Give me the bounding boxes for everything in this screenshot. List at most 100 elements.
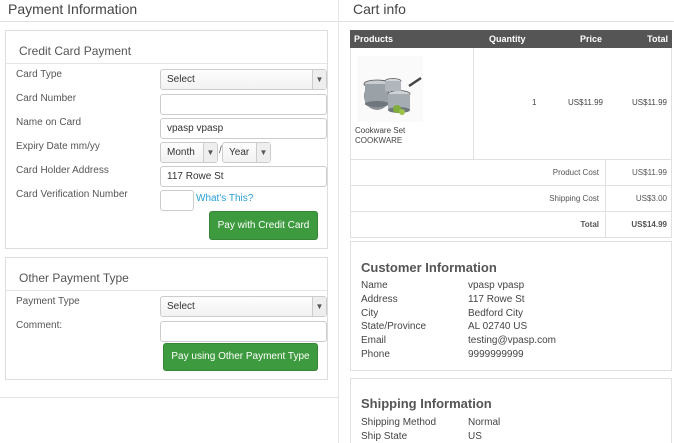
cart-table-header: Products Quantity Price Total bbox=[350, 30, 672, 48]
chevron-down-icon: ▼ bbox=[312, 70, 326, 89]
product-name-cell: Cookware Set COOKWARE bbox=[355, 126, 405, 146]
expiry-month-select[interactable]: Month ▼ bbox=[160, 142, 218, 163]
card-type-select[interactable]: Select ▼ bbox=[160, 69, 327, 90]
customer-email-row: Email testing@vpasp.com bbox=[361, 335, 661, 348]
field-label: Shipping Method bbox=[361, 417, 437, 428]
cart-column: Cart info Products Quantity Price Total bbox=[339, 0, 674, 443]
chevron-down-icon: ▼ bbox=[256, 143, 270, 162]
cell-divider bbox=[605, 212, 606, 237]
expiry-year-value: Year bbox=[229, 147, 250, 158]
shipping-method-row: Shipping Method Normal bbox=[361, 417, 661, 430]
item-total: US$11.99 bbox=[632, 98, 667, 107]
cart-table: Products Quantity Price Total Cookware S… bbox=[350, 30, 672, 238]
card-type-label: Card Type bbox=[16, 69, 62, 80]
product-code: COOKWARE bbox=[355, 136, 403, 145]
field-value: Normal bbox=[468, 417, 501, 428]
card-type-row: Card Type Select ▼ bbox=[16, 69, 327, 91]
holder-address-label: Card Holder Address bbox=[16, 165, 109, 176]
pay-other-payment-button[interactable]: Pay using Other Payment Type bbox=[163, 343, 318, 371]
field-label: Phone bbox=[361, 349, 390, 360]
field-value: AL 02740 US bbox=[468, 321, 528, 332]
customer-info-box: Customer Information Name vpasp vpasp Ad… bbox=[350, 241, 672, 371]
whats-this-link[interactable]: What's This? bbox=[196, 193, 253, 204]
other-payment-heading: Other Payment Type bbox=[6, 258, 327, 291]
card-number-input[interactable] bbox=[160, 94, 327, 115]
name-on-card-label: Name on Card bbox=[16, 117, 82, 128]
cookware-image bbox=[357, 56, 423, 122]
cell-divider bbox=[605, 160, 606, 185]
field-value: testing@vpasp.com bbox=[468, 335, 556, 346]
field-label: Email bbox=[361, 335, 387, 346]
comment-label: Comment: bbox=[16, 320, 63, 331]
customer-phone-row: Phone 9999999999 bbox=[361, 349, 661, 362]
header-quantity: Quantity bbox=[489, 34, 526, 44]
payment-type-row: Payment Type Select ▼ bbox=[16, 296, 327, 318]
field-value: vpasp vpasp bbox=[468, 280, 525, 291]
expiry-row: Expiry Date mm/yy Month ▼ / Year ▼ bbox=[16, 141, 321, 163]
product-cost-row: Product Cost US$11.99 bbox=[350, 160, 672, 186]
item-price: US$11.99 bbox=[568, 98, 603, 107]
cvn-input[interactable] bbox=[160, 190, 194, 211]
cell-divider bbox=[473, 48, 474, 159]
header-products: Products bbox=[354, 34, 394, 44]
payment-type-value: Select bbox=[167, 301, 195, 312]
total-row: Total US$14.99 bbox=[350, 212, 672, 238]
shipping-cost-value: US$3.00 bbox=[635, 194, 667, 203]
customer-city-row: City Bedford City bbox=[361, 308, 661, 321]
field-label: City bbox=[361, 308, 379, 319]
customer-address-row: Address 117 Rowe St bbox=[361, 294, 661, 307]
credit-card-heading: Credit Card Payment bbox=[6, 31, 327, 64]
field-value: 117 Rowe St bbox=[468, 294, 525, 305]
shipping-info-box: Shipping Information Shipping Method Nor… bbox=[350, 378, 672, 443]
cell-divider bbox=[605, 186, 606, 211]
field-value: US bbox=[468, 431, 482, 442]
expiry-year-select[interactable]: Year ▼ bbox=[222, 142, 271, 163]
chevron-down-icon: ▼ bbox=[312, 297, 326, 316]
payment-column: Payment Information Credit Card Payment … bbox=[0, 0, 338, 443]
product-name[interactable]: Cookware Set bbox=[355, 126, 405, 136]
field-label: State/Province bbox=[361, 321, 427, 332]
field-label: Name bbox=[361, 280, 388, 291]
bottom-divider bbox=[0, 397, 338, 398]
item-quantity: 1 bbox=[532, 98, 537, 107]
payment-title: Payment Information bbox=[0, 0, 338, 22]
cart-title: Cart info bbox=[339, 0, 674, 22]
expiry-label: Expiry Date mm/yy bbox=[16, 141, 100, 152]
field-value: Bedford City bbox=[468, 308, 524, 319]
card-number-row: Card Number bbox=[16, 93, 327, 115]
shipping-cost-row: Shipping Cost US$3.00 bbox=[350, 186, 672, 212]
shipping-info-title: Shipping Information bbox=[361, 396, 492, 411]
holder-address-row: Card Holder Address 117 Rowe St bbox=[16, 165, 327, 187]
cvn-row: Card Verification Number What's This? bbox=[16, 189, 321, 211]
other-payment-panel: Other Payment Type Payment Type Select ▼… bbox=[5, 257, 328, 380]
field-value: 9999999999 bbox=[468, 349, 524, 360]
product-cost-label: Product Cost bbox=[552, 168, 599, 177]
name-on-card-row: Name on Card vpasp vpasp bbox=[16, 117, 327, 139]
total-label: Total bbox=[580, 220, 599, 229]
table-row: Cookware Set COOKWARE 1 US$11.99 US$11.9… bbox=[350, 48, 672, 160]
shipping-cost-label: Shipping Cost bbox=[549, 194, 599, 203]
field-label: Ship State bbox=[361, 431, 408, 442]
comment-row: Comment: bbox=[16, 320, 327, 342]
card-number-label: Card Number bbox=[16, 93, 77, 104]
ship-state-row: Ship State US bbox=[361, 431, 661, 443]
cvn-label: Card Verification Number bbox=[16, 189, 128, 200]
credit-card-panel: Credit Card Payment Card Type Select ▼ C… bbox=[5, 30, 328, 249]
header-total: Total bbox=[647, 34, 668, 44]
comment-input[interactable] bbox=[160, 321, 327, 342]
holder-address-input[interactable]: 117 Rowe St bbox=[160, 166, 327, 187]
customer-state-row: State/Province AL 02740 US bbox=[361, 321, 661, 334]
name-on-card-input[interactable]: vpasp vpasp bbox=[160, 118, 327, 139]
payment-type-select[interactable]: Select ▼ bbox=[160, 296, 327, 317]
header-price: Price bbox=[580, 34, 603, 44]
product-cost-value: US$11.99 bbox=[632, 168, 667, 177]
expiry-month-value: Month bbox=[167, 147, 195, 158]
customer-info-title: Customer Information bbox=[361, 260, 497, 275]
total-value: US$14.99 bbox=[631, 220, 667, 229]
card-type-value: Select bbox=[167, 74, 195, 85]
pay-with-credit-card-button[interactable]: Pay with Credit Card bbox=[209, 211, 318, 240]
chevron-down-icon: ▼ bbox=[203, 143, 217, 162]
field-label: Address bbox=[361, 294, 398, 305]
customer-name-row: Name vpasp vpasp bbox=[361, 280, 661, 293]
payment-type-label: Payment Type bbox=[16, 296, 80, 307]
